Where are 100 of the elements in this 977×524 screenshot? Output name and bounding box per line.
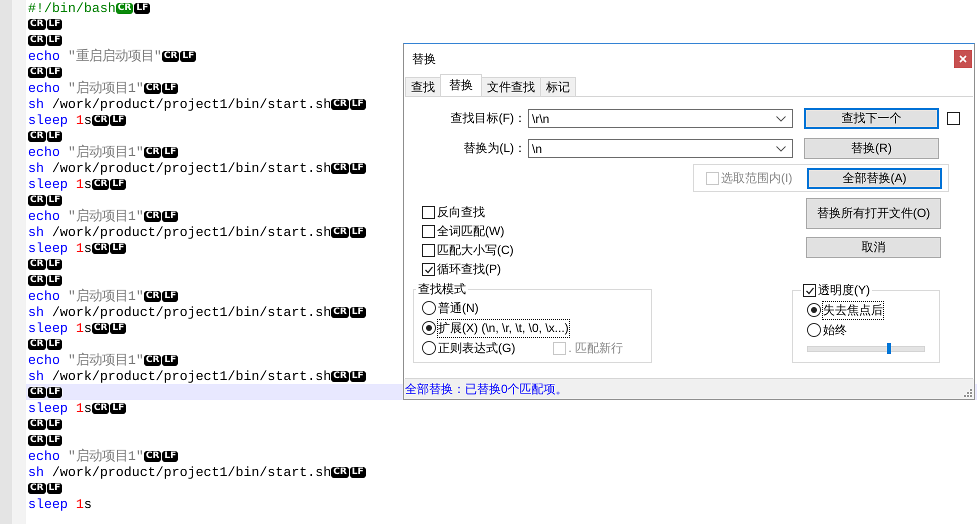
line-ending-marker: LF (162, 354, 178, 366)
line-ending-marker: CR (28, 338, 46, 350)
slider-thumb[interactable] (887, 343, 892, 354)
code-line: echo "启动项目1" (28, 144, 144, 161)
line-ending-marker: LF (350, 370, 366, 382)
line-ending-marker: CR (116, 2, 134, 14)
radio-button[interactable] (422, 321, 436, 335)
line-ending-marker: CR (144, 146, 162, 158)
dialog-button[interactable]: 查找下一个 (804, 108, 939, 129)
line-ending-marker: CR (144, 290, 162, 302)
line-ending-marker: CR (331, 226, 349, 238)
radio-button[interactable] (807, 303, 821, 317)
line-ending-marker: LF (110, 178, 126, 190)
checkbox[interactable] (422, 206, 435, 219)
line-ending-marker: CR (28, 258, 46, 270)
radio-label[interactable]: 正则表达式(G) (438, 340, 516, 356)
code-line: echo "重启启动项目" (28, 48, 162, 65)
checkbox[interactable] (422, 244, 435, 257)
combo-box[interactable]: \n (528, 139, 793, 158)
combo-box[interactable]: \r\n (528, 109, 793, 128)
line-ending-marker: LF (110, 242, 126, 254)
line-ending-marker: CR (331, 370, 349, 382)
line-ending-marker: LF (46, 434, 62, 446)
code-line: echo "启动项目1" (28, 352, 144, 369)
code-line: sh /work/product/project1/bin/start.sh (28, 464, 332, 480)
line-ending-marker: CR (331, 466, 349, 478)
code-line: sh /work/product/project1/bin/start.sh (28, 160, 332, 176)
code-line: echo "启动项目1" (28, 288, 144, 305)
line-ending-marker: CR (92, 178, 110, 190)
line-ending-marker: LF (162, 146, 178, 158)
line-ending-marker: CR (92, 242, 110, 254)
line-ending-marker: CR (28, 34, 46, 46)
checkbox-label[interactable]: 循环查找(P) (437, 261, 501, 278)
line-ending-marker: CR (331, 162, 349, 174)
line-ending-marker: LF (46, 66, 62, 78)
checkbox-label[interactable]: 匹配大小写(C) (437, 242, 514, 259)
resize-grip-icon (964, 389, 972, 397)
checkbox-label[interactable]: 透明度(Y) (818, 282, 870, 299)
line-ending-marker: CR (144, 450, 162, 462)
code-line: sleep 1s (28, 320, 92, 336)
dialog-button[interactable]: 取消 (806, 237, 941, 258)
code-line: echo "启动项目1" (28, 208, 144, 225)
line-ending-marker: LF (46, 482, 62, 494)
line-ending-marker: CR (144, 354, 162, 366)
dialog-button[interactable]: 替换(R) (804, 138, 939, 159)
line-ending-marker: LF (46, 18, 62, 30)
dialog-title: 替换 (412, 50, 436, 68)
line-ending-marker: CR (92, 114, 110, 126)
line-ending-marker: LF (46, 418, 62, 430)
line-ending-marker: CR (162, 50, 180, 62)
line-ending-marker: LF (162, 210, 178, 222)
radio-label[interactable]: 普通(N) (438, 300, 479, 316)
line-ending-marker: LF (110, 402, 126, 414)
line-ending-marker: LF (350, 162, 366, 174)
radio-label[interactable]: 失去焦点后 (823, 302, 883, 318)
line-ending-marker: LF (46, 34, 62, 46)
line-ending-marker: CR (331, 306, 349, 318)
checkbox[interactable] (422, 263, 435, 276)
line-ending-marker: LF (350, 98, 366, 110)
code-line: sleep 1s (28, 176, 92, 192)
code-line: sleep 1s (28, 112, 92, 128)
code-line: sleep 1s (28, 400, 92, 416)
chevron-down-icon (776, 146, 786, 152)
checkbox-label[interactable]: 全词匹配(W) (437, 223, 504, 240)
line-ending-marker: CR (28, 418, 46, 430)
line-ending-marker: LF (46, 338, 62, 350)
checkbox-label[interactable]: 反向查找 (437, 204, 485, 221)
line-ending-marker: CR (28, 434, 46, 446)
checkbox[interactable] (422, 225, 435, 238)
code-line: #!/bin/bash (28, 0, 116, 16)
line-ending-marker: LF (350, 306, 366, 318)
line-ending-marker: CR (28, 274, 46, 286)
line-ending-marker: CR (331, 98, 349, 110)
line-ending-marker: CR (28, 130, 46, 142)
line-ending-marker: CR (28, 386, 46, 398)
checkbox[interactable] (947, 112, 960, 125)
radio-button[interactable] (807, 323, 821, 337)
field-label: 替换为(L)： (462, 140, 526, 157)
group-title: 查找模式 (417, 281, 467, 298)
tab[interactable]: 查找 (405, 77, 441, 96)
line-ending-marker: LF (46, 386, 62, 398)
tab[interactable]: 文件查找 (481, 77, 541, 96)
tab[interactable]: 标记 (540, 77, 576, 96)
line-ending-marker: LF (180, 50, 196, 62)
line-ending-marker: LF (46, 258, 62, 270)
checkbox[interactable] (803, 284, 816, 297)
radio-button[interactable] (422, 341, 436, 355)
close-button[interactable] (954, 50, 972, 68)
radio-button[interactable] (422, 301, 436, 315)
line-ending-marker: CR (144, 210, 162, 222)
line-ending-marker: LF (350, 226, 366, 238)
dialog-button[interactable]: 全部替换(A) (807, 168, 942, 188)
dialog-button[interactable]: 替换所有打开文件(O) (806, 198, 941, 229)
radio-label[interactable]: 始终 (823, 322, 847, 338)
line-ending-marker: LF (46, 274, 62, 286)
code-line: sh /work/product/project1/bin/start.sh (28, 96, 332, 112)
radio-label[interactable]: 扩展(X) (\n, \r, \t, \0, \x...) (438, 320, 569, 336)
line-ending-marker: LF (110, 114, 126, 126)
code-line: sleep 1s (28, 496, 92, 512)
line-ending-marker: LF (110, 322, 126, 334)
